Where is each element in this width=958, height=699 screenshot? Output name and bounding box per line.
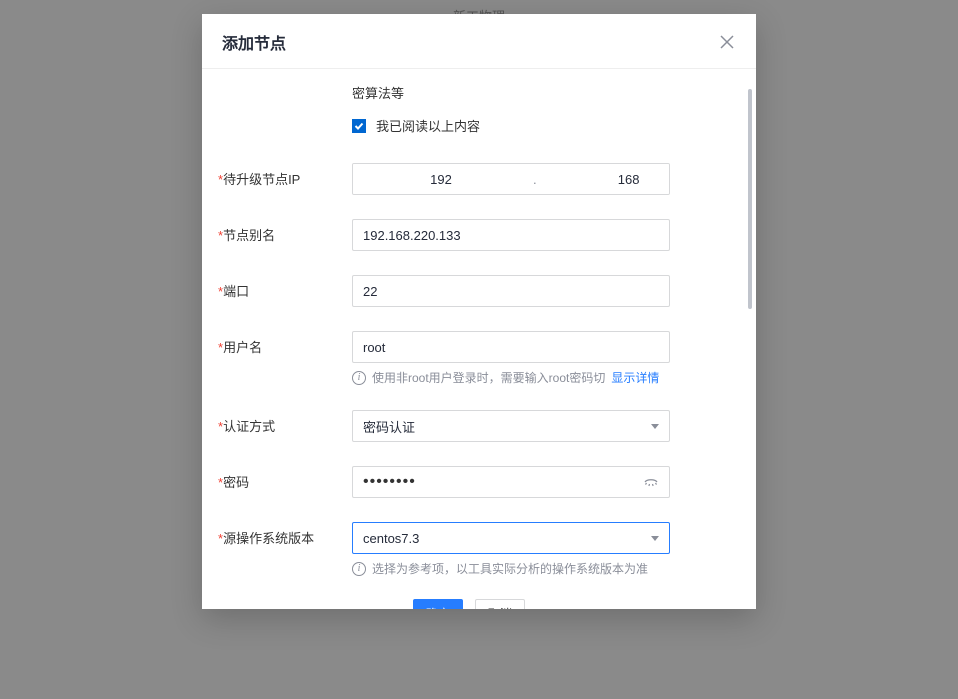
label-auth-method: *认证方式 [212, 410, 352, 435]
i-have-read-checkbox[interactable] [352, 119, 366, 133]
i-have-read-label: 我已阅读以上内容 [376, 116, 480, 135]
modal-header: 添加节点 [202, 14, 756, 69]
info-icon: i [352, 562, 366, 576]
close-icon[interactable] [718, 33, 736, 51]
label-password: *密码 [212, 466, 352, 491]
username-hint: i 使用非root用户登录时，需要输入root密码切 显示详情 [352, 369, 726, 386]
add-node-modal: 添加节点 密算法等 我已阅读以上内容 *待升级节点IP [202, 14, 756, 609]
auth-method-select[interactable]: 密码认证 [352, 410, 670, 442]
alias-input[interactable] [352, 219, 670, 251]
scrollbar-track[interactable] [748, 89, 752, 589]
label-alias: *节点别名 [212, 219, 352, 244]
node-ip-input-group: . . . [352, 163, 670, 195]
label-source-os: *源操作系统版本 [212, 522, 352, 547]
modal-body: 密算法等 我已阅读以上内容 *待升级节点IP . . . [202, 69, 756, 609]
ip-dot: . [529, 173, 541, 186]
modal-title: 添加节点 [222, 30, 286, 54]
source-os-hint-text: 选择为参考项，以工具实际分析的操作系统版本为准 [372, 560, 648, 577]
ok-button[interactable]: 确定 [413, 599, 463, 609]
chevron-down-icon [651, 536, 659, 541]
source-os-select[interactable]: centos7.3 [352, 522, 670, 554]
eye-hidden-icon[interactable] [643, 474, 659, 490]
password-input-wrap[interactable]: •••••••• [352, 466, 670, 498]
label-node-ip: *待升级节点IP [212, 163, 352, 188]
port-input[interactable] [352, 275, 670, 307]
action-bar: 确定 取消 [212, 599, 726, 609]
info-icon: i [352, 371, 366, 385]
password-mask: •••••••• [363, 473, 643, 491]
auth-method-value: 密码认证 [363, 417, 415, 436]
i-have-read-row: 我已阅读以上内容 [352, 116, 726, 135]
username-hint-text: 使用非root用户登录时，需要输入root密码切 [372, 369, 605, 386]
source-os-value: centos7.3 [363, 531, 419, 546]
source-os-hint: i 选择为参考项，以工具实际分析的操作系统版本为准 [352, 560, 726, 577]
cancel-button[interactable]: 取消 [475, 599, 525, 609]
label-port: *端口 [212, 275, 352, 300]
ip-seg-2[interactable] [541, 164, 670, 194]
show-details-link[interactable]: 显示详情 [611, 369, 659, 386]
algorithm-tail-text: 密算法等 [352, 83, 726, 102]
username-input[interactable] [352, 331, 670, 363]
chevron-down-icon [651, 424, 659, 429]
ip-seg-1[interactable] [353, 164, 529, 194]
scrollbar-thumb[interactable] [748, 89, 752, 309]
label-username: *用户名 [212, 331, 352, 356]
